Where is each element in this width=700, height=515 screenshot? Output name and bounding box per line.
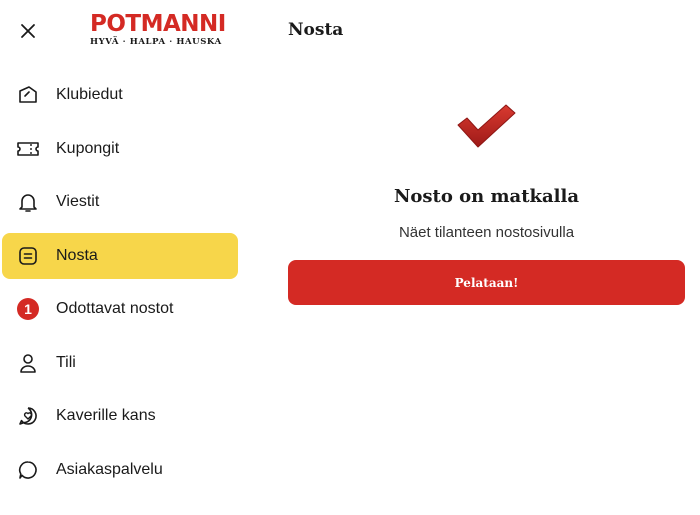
sidebar-menu: Klubiedut Kupongit Viestit Nosta 1 Odott… — [2, 72, 238, 500]
heart-chat-icon — [16, 404, 40, 428]
pending-count-badge: 1 — [17, 298, 39, 320]
sidebar-item-tili[interactable]: Tili — [2, 340, 238, 386]
sidebar-item-label: Klubiedut — [56, 86, 123, 103]
sidebar-item-label: Tili — [56, 353, 76, 371]
sidebar-item-klubiedut[interactable]: Klubiedut — [2, 72, 238, 118]
sidebar-item-viestit[interactable]: Viestit — [2, 179, 238, 225]
sidebar-item-asiakaspalvelu[interactable]: Asiakaspalvelu — [2, 447, 238, 493]
sidebar-item-kaverille-kans[interactable]: Kaverille kans — [2, 393, 238, 439]
brand-name: POTMANNI — [90, 11, 226, 37]
sidebar-item-label: Viestit — [56, 193, 100, 210]
brand-tagline: HYVÄ · HALPA · HAUSKA — [90, 37, 222, 47]
brand-logo[interactable]: POTMANNI HYVÄ · HALPA · HAUSKA — [90, 11, 226, 50]
sidebar-item-odottavat-nostot[interactable]: 1 Odottavat nostot — [2, 286, 238, 332]
sidebar-item-label: Odottavat nostot — [56, 300, 174, 317]
pending-badge: 1 — [16, 297, 40, 321]
chat-bubble-icon — [16, 458, 40, 482]
sidebar-item-label: Kaverille kans — [56, 407, 156, 424]
sidebar-item-kupongit[interactable]: Kupongit — [2, 126, 238, 172]
checkmark-icon — [456, 102, 518, 150]
sidebar-item-label: Nosta — [56, 246, 98, 264]
coupon-icon — [16, 137, 40, 161]
ticket-tag-icon — [16, 83, 40, 107]
sidebar-item-label: Kupongit — [56, 139, 120, 157]
status-heading: Nosto on matkalla — [393, 186, 580, 207]
sidebar: POTMANNI HYVÄ · HALPA · HAUSKA Klubiedut… — [0, 0, 245, 515]
status-subtext: Näet tilanteen nostosivulla — [398, 224, 575, 241]
sidebar-item-nosta[interactable]: Nosta — [2, 232, 238, 279]
play-button[interactable]: Pelataan! — [288, 260, 685, 305]
withdraw-icon — [16, 244, 40, 268]
sidebar-item-label: Asiakaspalvelu — [56, 460, 163, 478]
bell-icon — [16, 190, 40, 214]
page-title: Nosta — [288, 20, 344, 40]
user-icon — [16, 351, 40, 375]
close-icon[interactable] — [16, 19, 40, 43]
